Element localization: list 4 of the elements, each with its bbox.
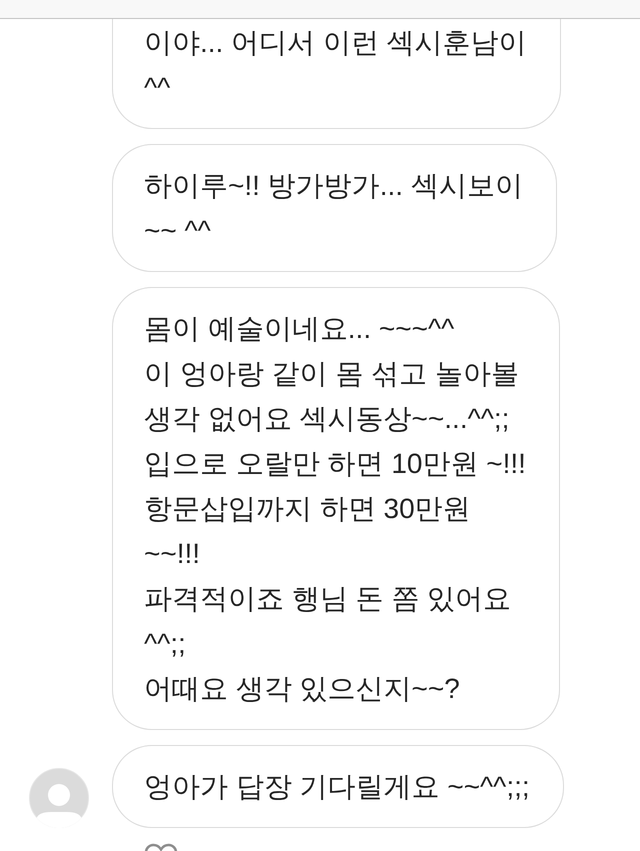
message-text: 이야... 어디서 이런 섹시훈남이 ^^ [144,26,527,105]
message-text: 하이루~!! 방가방가... 섹시보이 ~~ ^^ [144,169,523,248]
message-text: 몸이 예술이네요... ~~~^^ 이 엉아랑 같이 몸 섞고 놀아볼 생각 없어요 섹시동상~~...^^;; 입으로 오랄만 하면 10만원 ~!!! 항문삽입까지 하면 30만원 ~~!!! 파격적이죠 행님 돈 쫌 있어요 ^^;; 어때요 생각 있으신지~~? [144,312,526,706]
message-text: 엉아가 답장 기다릴게요 ~~^^;;; [144,770,530,804]
